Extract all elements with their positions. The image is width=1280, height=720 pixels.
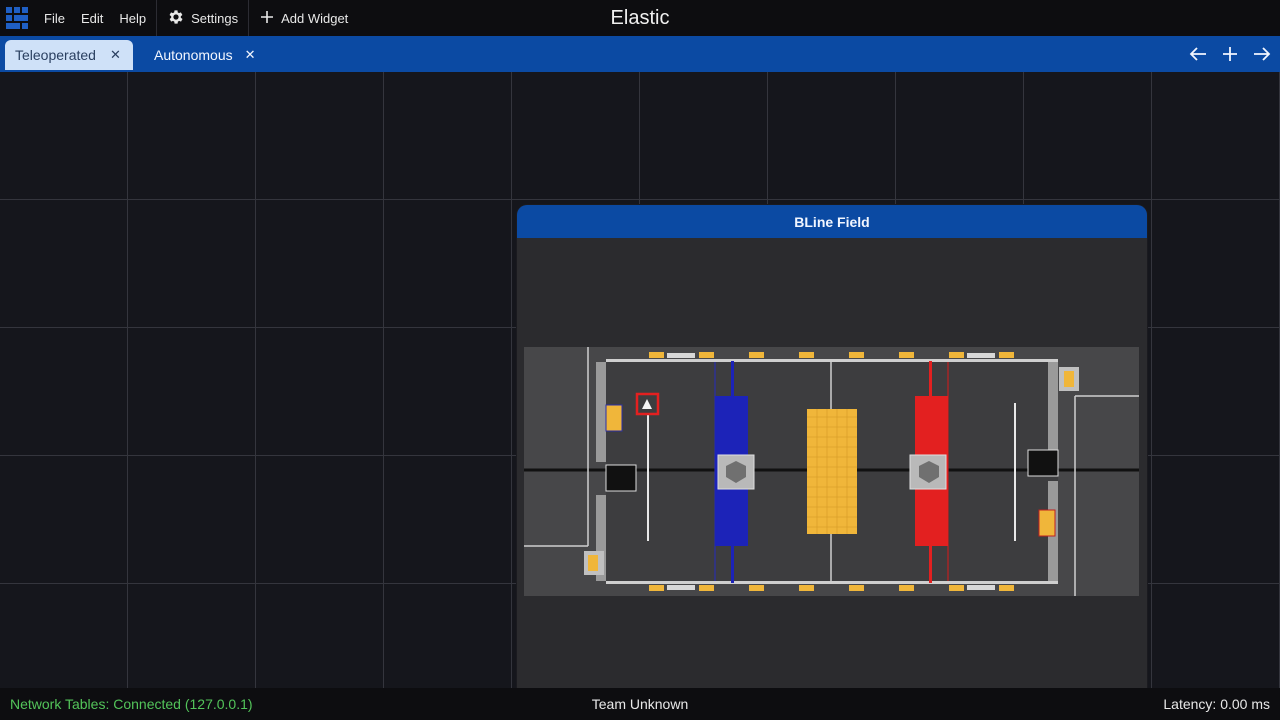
menu-divider — [156, 0, 158, 36]
menu-divider — [248, 0, 250, 36]
gear-icon — [167, 8, 185, 29]
close-icon[interactable]: ✕ — [245, 47, 256, 63]
tab-bar: Teleoperated ✕ Autonomous ✕ — [0, 36, 1280, 72]
arrow-right-icon[interactable] — [1252, 44, 1272, 64]
field-map[interactable] — [524, 347, 1139, 596]
blue-fuel-station — [605, 404, 623, 432]
widget-title: BLine Field — [517, 205, 1147, 238]
settings-label: Settings — [191, 10, 239, 26]
menu-edit[interactable]: Edit — [73, 0, 111, 36]
blue-outpost — [605, 464, 637, 492]
field-widget[interactable]: BLine Field — [517, 205, 1147, 688]
left-wall-upper — [596, 362, 606, 462]
red-fuel-station — [1038, 509, 1056, 537]
tab-navigation — [1188, 36, 1272, 72]
tab-teleoperated[interactable]: Teleoperated ✕ — [5, 40, 133, 70]
tab-label: Teleoperated — [15, 47, 96, 63]
elastic-logo-icon — [4, 5, 30, 31]
connection-status: Network Tables: Connected (127.0.0.1) — [10, 696, 253, 712]
settings-button[interactable]: Settings — [159, 0, 246, 36]
menu-help[interactable]: Help — [111, 0, 154, 36]
close-icon[interactable]: ✕ — [110, 47, 121, 63]
field-wall-top — [606, 359, 1058, 362]
central-fuel — [807, 409, 857, 534]
add-widget-button[interactable]: Add Widget — [251, 0, 356, 36]
latency-readout: Latency: 0.00 ms — [1163, 696, 1270, 712]
tab-label: Autonomous — [154, 47, 233, 63]
arrow-left-icon[interactable] — [1188, 44, 1208, 64]
tab-autonomous[interactable]: Autonomous ✕ — [154, 40, 284, 70]
red-outpost — [1027, 449, 1059, 477]
field-wall-bottom — [606, 581, 1058, 584]
menu-bar: File Edit Help Settings Add Widget — [0, 0, 1280, 36]
add-widget-label: Add Widget — [281, 10, 349, 26]
status-bar: Network Tables: Connected (127.0.0.1) Te… — [0, 688, 1280, 720]
right-wall-upper — [1048, 362, 1058, 462]
plus-icon[interactable] — [1220, 44, 1240, 64]
plus-icon — [259, 9, 275, 28]
menu-file[interactable]: File — [36, 0, 73, 36]
